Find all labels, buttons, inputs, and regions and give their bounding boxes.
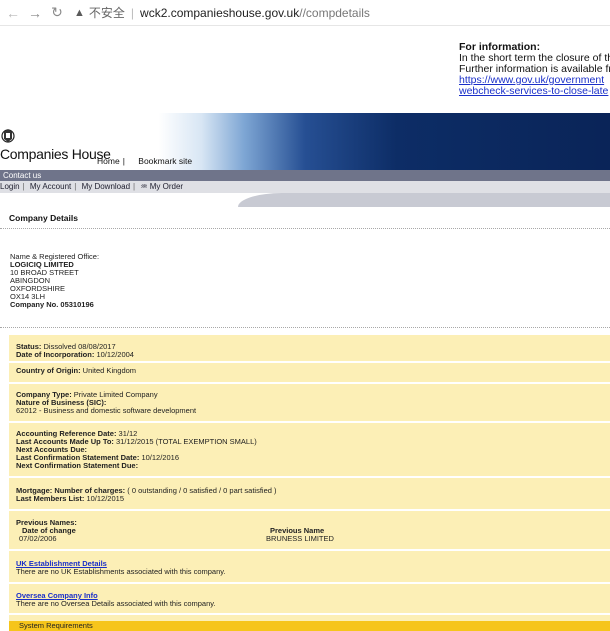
home-link[interactable]: Home — [97, 156, 120, 166]
previous-name-value: BRUNESS LIMITED — [266, 534, 334, 543]
back-icon[interactable]: ← — [4, 5, 22, 21]
contact-us-link[interactable]: Contact us — [3, 171, 41, 180]
row-divider — [9, 476, 610, 478]
row-divider — [9, 509, 610, 511]
row-divider — [9, 549, 610, 551]
info-link-2[interactable]: webcheck-services-to-close-late — [459, 86, 610, 97]
system-requirements-bar[interactable]: System Requirements — [9, 621, 610, 631]
nav-separator: | — [22, 182, 25, 191]
incorporation-row: Date of Incorporation: 10/12/2004 — [16, 350, 134, 359]
previous-name-date: 07/02/2006 — [19, 534, 57, 543]
uk-establishment-text: There are no UK Establishments associate… — [16, 567, 226, 576]
nav-my-order[interactable]: ♒ My Order — [140, 182, 183, 191]
nav-separator: | — [133, 182, 136, 191]
row-divider — [9, 361, 610, 363]
members-row: Last Members List: 10/12/2015 — [16, 494, 124, 503]
warning-icon: ▲ — [74, 6, 85, 19]
next-confirmation-row: Next Confirmation Statement Due: — [16, 461, 139, 470]
nav-my-download[interactable]: My Download — [82, 182, 130, 191]
nav-login[interactable]: Login — [0, 182, 20, 191]
system-requirements-label: System Requirements — [19, 621, 93, 630]
url-path: //compdetails — [299, 5, 370, 20]
row-divider — [9, 421, 610, 423]
reload-icon[interactable]: ↻ — [48, 4, 66, 21]
company-number: Company No. 05310196 — [10, 300, 94, 309]
divider — [0, 327, 610, 328]
details-panel — [9, 335, 610, 631]
nav-separator: | — [74, 182, 77, 191]
registered-office: Name & Registered Office: LOGICIQ LIMITE… — [10, 253, 99, 309]
header-curve-decoration — [238, 193, 610, 207]
url-host: wck2.companieshouse.gov.uk — [140, 5, 300, 20]
section-title: Company Details — [9, 213, 78, 223]
information-notice: For information: In the short term the c… — [459, 42, 610, 97]
bookmark-link[interactable]: Bookmark site — [138, 156, 192, 166]
oversea-company-text: There are no Oversea Details associated … — [16, 599, 216, 608]
row-divider — [9, 613, 610, 615]
origin-row: Country of Origin: United Kingdom — [16, 366, 137, 375]
companies-house-logo[interactable]: Companies House — [0, 146, 111, 162]
forward-icon[interactable]: → — [26, 5, 44, 21]
divider — [0, 228, 610, 229]
contact-bar: Contact us — [0, 170, 610, 181]
header-links: Home | Bookmark site — [97, 156, 195, 166]
royal-crest-icon — [1, 129, 15, 143]
browser-toolbar: ← → ↻ ▲ 不安全 | wck2.companieshouse.gov.uk… — [0, 0, 610, 26]
row-divider — [9, 582, 610, 584]
row-divider — [9, 382, 610, 384]
main-nav: Login | My Account | My Download | ♒ My Ord… — [0, 181, 610, 193]
nav-my-account[interactable]: My Account — [30, 182, 71, 191]
header-link-separator: | — [122, 156, 125, 166]
address-separator: | — [130, 5, 135, 20]
address-bar[interactable]: ▲ 不安全 | wck2.companieshouse.gov.uk//comp… — [74, 3, 370, 23]
sic-row: 62012 - Business and domestic software d… — [16, 406, 197, 415]
insecure-label: 不安全 — [88, 6, 125, 20]
